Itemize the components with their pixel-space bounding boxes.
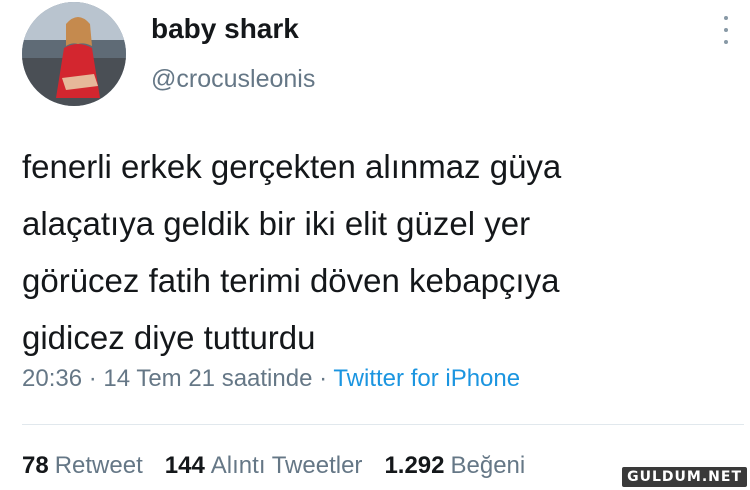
tweet-time[interactable]: 20:36	[22, 365, 82, 392]
likes-count: 1.292	[384, 452, 445, 479]
avatar[interactable]	[22, 2, 126, 106]
tweet-source-link[interactable]: Twitter for iPhone	[333, 365, 520, 392]
profile-photo-image	[22, 2, 126, 106]
likes-label: Beğeni	[450, 452, 526, 479]
quotes-label: Alıntı Tweetler	[210, 452, 363, 479]
more-dot	[724, 40, 728, 44]
tweet-stats: 78 Retweet 144 Alıntı Tweetler 1.292 Beğeni	[22, 451, 547, 481]
user-handle[interactable]: @crocusleonis	[151, 64, 315, 94]
meta-separator: ·	[82, 365, 104, 392]
tweet-line: gidicez diye tutturdu	[22, 319, 316, 356]
tweet-line: görücez fatih terimi döven kebapçıya	[22, 262, 560, 299]
retweets-stat[interactable]: 78 Retweet	[22, 452, 143, 479]
more-dot	[724, 16, 728, 20]
tweet-text: fenerli erkek gerçekten alınmaz güya ala…	[22, 138, 742, 366]
tweet-metadata: 20:36 · 14 Tem 21 saatinde · Twitter for…	[22, 364, 520, 394]
quotes-count: 144	[164, 452, 205, 479]
tweet-line: fenerli erkek gerçekten alınmaz güya	[22, 148, 562, 185]
display-name[interactable]: baby shark	[151, 13, 299, 45]
retweets-count: 78	[22, 452, 49, 479]
tweet-date[interactable]: 14 Tem 21 saatinde	[103, 365, 312, 392]
more-vertical-icon[interactable]	[716, 16, 736, 44]
more-dot	[724, 28, 728, 32]
meta-separator: ·	[312, 365, 334, 392]
retweets-label: Retweet	[54, 452, 143, 479]
quotes-stat[interactable]: 144 Alıntı Tweetler	[165, 452, 363, 479]
watermark: GULDUM.NET	[622, 467, 747, 487]
divider	[22, 424, 744, 425]
tweet-line: alaçatıya geldik bir iki elit güzel yer	[22, 205, 531, 242]
likes-stat[interactable]: 1.292 Beğeni	[384, 452, 525, 479]
